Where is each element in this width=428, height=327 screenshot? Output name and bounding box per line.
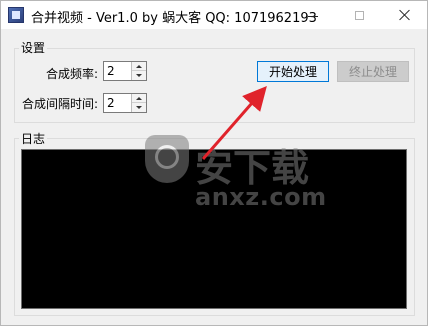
stop-processing-button: 终止处理 [337, 61, 409, 82]
log-textarea[interactable] [21, 149, 407, 309]
arrow-down-icon [136, 74, 142, 77]
frequency-spin-buttons [131, 62, 146, 80]
interval-spin-buttons [131, 94, 146, 112]
interval-label: 合成间隔时间: [22, 97, 99, 111]
interval-decrement-button[interactable] [132, 103, 146, 112]
frequency-decrement-button[interactable] [132, 71, 146, 80]
frequency-increment-button[interactable] [132, 62, 146, 71]
app-icon [8, 7, 24, 23]
settings-group-label: 设置 [19, 39, 48, 56]
maximize-icon [354, 10, 364, 20]
close-icon [399, 9, 411, 21]
frequency-spinbox[interactable]: 2 [103, 61, 147, 81]
interval-value[interactable]: 2 [107, 96, 115, 110]
start-processing-button[interactable]: 开始处理 [257, 61, 329, 82]
arrow-up-icon [136, 96, 142, 100]
interval-increment-button[interactable] [132, 94, 146, 103]
minimize-icon [308, 15, 318, 17]
app-window: 合并视频 - Ver1.0 by 蜗大客 QQ: 1071962193 设置 合… [0, 0, 428, 326]
maximize-button[interactable] [337, 1, 381, 29]
arrow-up-icon [136, 64, 142, 68]
close-button[interactable] [383, 1, 427, 29]
interval-spinbox[interactable]: 2 [103, 93, 147, 113]
title-bar[interactable]: 合并视频 - Ver1.0 by 蜗大客 QQ: 1071962193 [1, 1, 427, 29]
arrow-down-icon [136, 106, 142, 109]
minimize-button[interactable] [291, 1, 335, 29]
log-group-label: 日志 [19, 130, 48, 147]
window-title: 合并视频 - Ver1.0 by 蜗大客 QQ: 1071962193 [31, 11, 317, 26]
frequency-label: 合成频率: [46, 67, 99, 81]
frequency-value[interactable]: 2 [107, 64, 115, 78]
